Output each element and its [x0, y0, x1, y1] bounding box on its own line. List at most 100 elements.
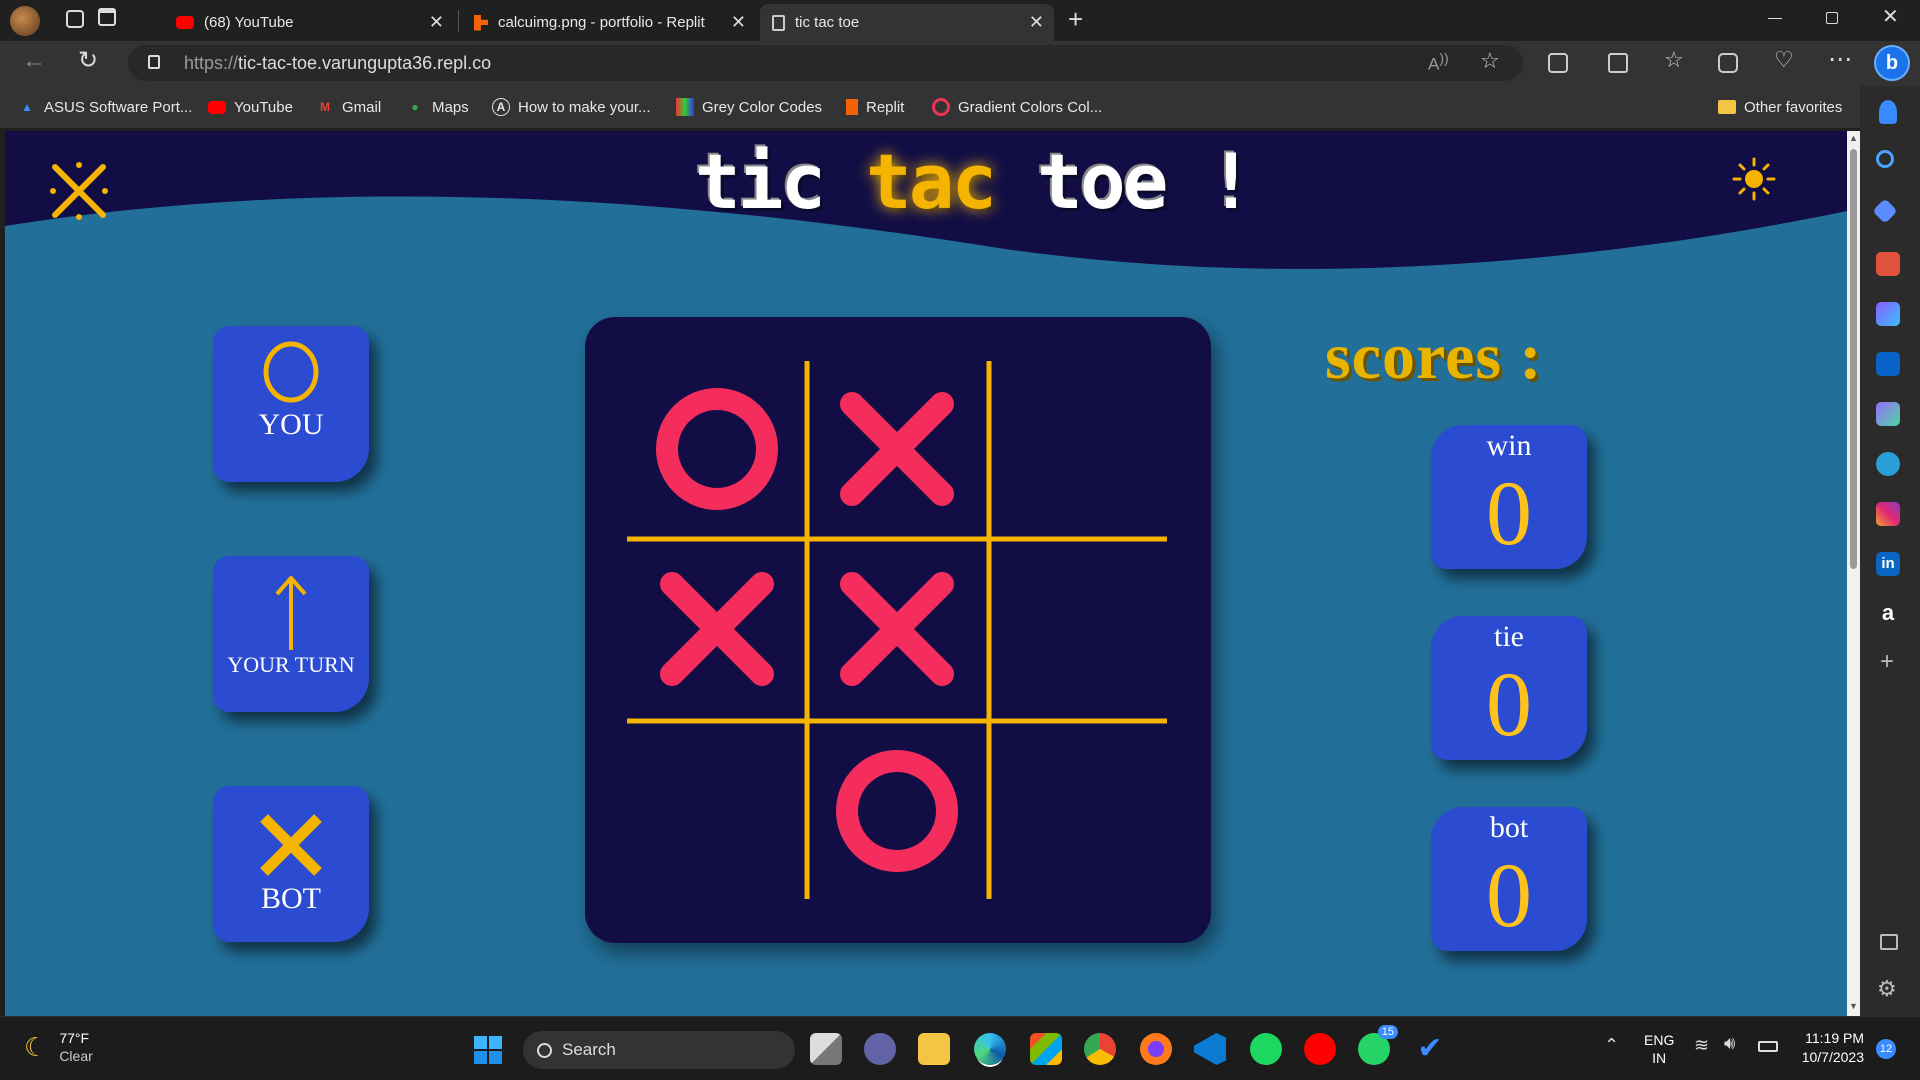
weather-widget[interactable]: ☾ 77°F Clear — [24, 1029, 93, 1065]
sidebar-settings-icon[interactable]: ⚙ — [1877, 976, 1897, 1002]
outlook-icon[interactable] — [1876, 352, 1900, 376]
notifications-icon[interactable] — [1879, 100, 1897, 124]
board-cell[interactable] — [989, 359, 1171, 539]
url-bar[interactable]: https:// tic-tac-toe.varungupta36.repl.c… — [128, 45, 1523, 81]
bot-label: BOT — [261, 882, 321, 915]
favorite-how-to[interactable]: A How to make your... — [492, 86, 651, 128]
bing-copilot-icon[interactable]: b — [1874, 45, 1910, 81]
shopping-icon[interactable] — [1872, 198, 1898, 224]
tab-youtube[interactable]: (68) YouTube ✕ — [164, 4, 454, 41]
page-scrollbar[interactable]: ▲ ▼ — [1847, 131, 1860, 1016]
score-value: 0 — [1486, 653, 1532, 755]
board-cell[interactable] — [989, 539, 1171, 721]
vertical-tabs-icon[interactable] — [98, 8, 116, 26]
read-aloud-icon[interactable]: A)) — [1428, 51, 1449, 75]
close-tab-icon[interactable]: ✕ — [731, 12, 746, 33]
weather-temp: 77°F — [59, 1030, 90, 1046]
favorite-replit[interactable]: Replit — [846, 86, 904, 128]
language-indicator[interactable]: ENG IN — [1644, 1031, 1674, 1067]
browser-essentials-icon[interactable]: ♡ — [1774, 47, 1794, 73]
player-tile: YOU — [213, 326, 369, 482]
copilot-icon[interactable] — [1876, 302, 1900, 326]
drop-icon[interactable] — [1876, 402, 1900, 426]
more-menu-icon[interactable]: ⋯ — [1828, 45, 1852, 74]
board-cell[interactable] — [627, 721, 807, 903]
board-cell[interactable] — [807, 359, 989, 539]
new-tab-icon[interactable]: + — [1068, 4, 1083, 35]
vscode-icon[interactable] — [1194, 1033, 1226, 1065]
favorite-asus[interactable]: ▲ ASUS Software Port... — [18, 86, 192, 128]
favorite-star-icon[interactable]: ☆ — [1480, 48, 1500, 74]
instagram-icon[interactable] — [1876, 502, 1900, 526]
task-view-icon[interactable] — [810, 1033, 842, 1065]
board-cell[interactable] — [627, 539, 807, 721]
edge-icon[interactable] — [974, 1033, 1006, 1065]
refresh-icon[interactable]: ↻ — [78, 46, 98, 75]
spotify-icon[interactable] — [1250, 1033, 1282, 1065]
search-icon[interactable] — [1876, 150, 1894, 168]
todo-check-icon[interactable]: ✔ — [1414, 1033, 1446, 1065]
minimize-icon[interactable] — [1768, 18, 1782, 19]
extensions-icon[interactable] — [1548, 53, 1568, 73]
collections-icon[interactable] — [1718, 53, 1738, 73]
profile-avatar[interactable] — [10, 6, 40, 36]
split-screen-icon[interactable] — [1608, 53, 1628, 73]
score-value: 0 — [1486, 844, 1532, 946]
back-icon[interactable]: ← — [22, 47, 46, 75]
taskbar-search[interactable]: Search — [523, 1031, 795, 1069]
amazon-icon[interactable]: a — [1876, 602, 1900, 626]
volume-icon[interactable]: 🔊︎ — [1724, 1033, 1735, 1054]
board-cell[interactable] — [989, 721, 1171, 903]
restore-icon[interactable] — [1826, 12, 1838, 24]
favorite-grey-color-codes[interactable]: Grey Color Codes — [676, 86, 822, 128]
favorites-icon[interactable]: ☆ — [1664, 47, 1684, 73]
teams-chat-icon[interactable] — [864, 1033, 896, 1065]
notification-count-badge[interactable]: 12 — [1876, 1039, 1896, 1059]
theme-toggle-sun-icon[interactable] — [1732, 157, 1776, 201]
file-explorer-icon[interactable] — [918, 1033, 950, 1065]
whatsapp-icon[interactable]: 15 — [1358, 1025, 1398, 1065]
tab-replit[interactable]: calcuimg.png - portfolio - Replit ✕ — [462, 4, 756, 41]
other-favorites-folder[interactable]: Other favorites — [1718, 86, 1842, 128]
score-win: win 0 — [1431, 425, 1587, 569]
tools-icon[interactable] — [1876, 252, 1900, 276]
replit-icon — [846, 99, 858, 115]
youtube-music-icon[interactable] — [1304, 1033, 1336, 1065]
linkedin-icon[interactable]: in — [1876, 552, 1900, 576]
game-logo-icon[interactable] — [49, 161, 109, 221]
wifi-icon[interactable]: ≋ — [1694, 1035, 1709, 1056]
favorite-gradient-colors[interactable]: Gradient Colors Col... — [932, 86, 1102, 128]
hide-sidebar-icon[interactable] — [1880, 934, 1898, 950]
scrollbar-thumb[interactable] — [1850, 149, 1857, 569]
youtube-icon — [208, 100, 226, 114]
favorite-gmail[interactable]: M Gmail — [316, 86, 381, 128]
favorite-youtube[interactable]: YouTube — [208, 86, 293, 128]
folder-icon — [1718, 100, 1736, 114]
o-mark-icon — [656, 388, 778, 510]
firefox-icon[interactable] — [1140, 1033, 1172, 1065]
close-tab-icon[interactable]: ✕ — [429, 12, 444, 33]
chrome-icon[interactable] — [1084, 1033, 1116, 1065]
tab-label: tic tac toe — [795, 14, 860, 31]
youtube-icon — [176, 16, 194, 29]
close-tab-icon[interactable]: ✕ — [1029, 12, 1044, 33]
scroll-up-icon[interactable]: ▲ — [1849, 133, 1858, 143]
start-windows-icon[interactable] — [474, 1036, 502, 1064]
tab-tic-tac-toe[interactable]: tic tac toe ✕ — [760, 4, 1054, 41]
clock[interactable]: 11:19 PM 10/7/2023 — [1792, 1029, 1864, 1067]
add-sidebar-icon[interactable]: + — [1880, 648, 1894, 676]
scroll-down-icon[interactable]: ▼ — [1849, 1001, 1858, 1011]
telegram-icon[interactable] — [1876, 452, 1900, 476]
show-hidden-icons[interactable]: ⌃ — [1604, 1035, 1619, 1056]
battery-icon[interactable] — [1758, 1041, 1778, 1052]
workspaces-icon[interactable] — [66, 10, 84, 28]
board-cell[interactable] — [627, 359, 807, 539]
board-cell[interactable] — [807, 721, 989, 903]
close-window-icon[interactable]: ✕ — [1882, 4, 1899, 29]
favorite-maps[interactable]: ● Maps — [406, 86, 468, 128]
score-bot: bot 0 — [1431, 807, 1587, 951]
microsoft-store-icon[interactable] — [1030, 1033, 1062, 1065]
board-cell[interactable] — [807, 539, 989, 721]
game-board — [585, 317, 1211, 943]
score-label: tie — [1494, 620, 1524, 653]
